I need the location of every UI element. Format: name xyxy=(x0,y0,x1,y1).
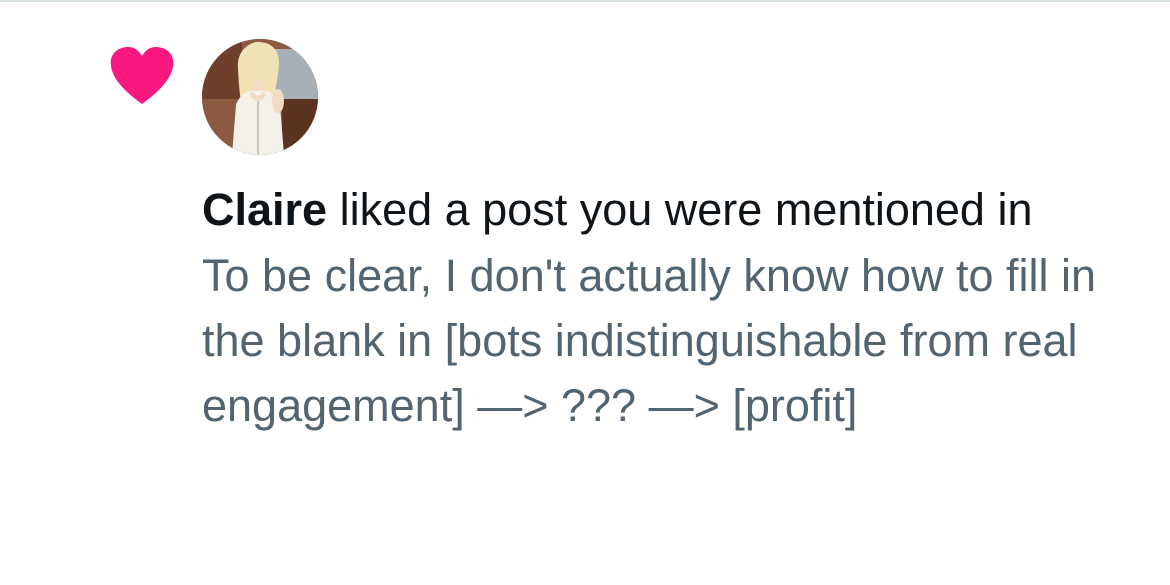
heart-icon xyxy=(109,46,175,106)
notification-content: Claire liked a post you were mentioned i… xyxy=(202,179,1142,438)
post-text[interactable]: To be clear, I don't actually know how t… xyxy=(202,240,1142,438)
notification-headline: Claire liked a post you were mentioned i… xyxy=(202,179,1142,240)
avatar[interactable] xyxy=(202,39,318,155)
action-text: liked a post you were mentioned in xyxy=(327,184,1033,235)
user-name[interactable]: Claire xyxy=(202,184,327,235)
like-notification[interactable]: Claire liked a post you were mentioned i… xyxy=(0,2,1170,585)
